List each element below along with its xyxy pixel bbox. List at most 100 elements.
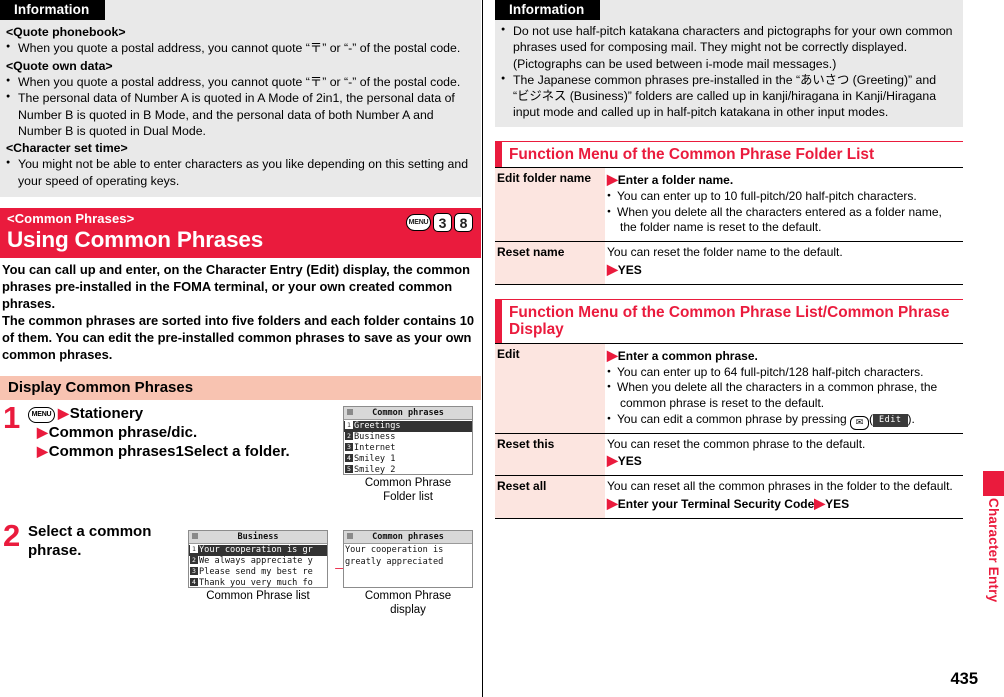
info-bullet: You might not be able to enter character… <box>6 156 473 189</box>
info-bullet-text: The personal data of Number A is quoted … <box>18 91 455 138</box>
triangle-bullet-icon: ▶ <box>607 346 618 363</box>
column-divider <box>482 0 483 697</box>
edit-softkey-button[interactable]: Edit <box>873 413 908 427</box>
device-screenshot-phrase-display: Common phrases Your cooperation is great… <box>343 530 473 589</box>
triangle-bullet-icon: ▶ <box>37 424 48 440</box>
step-number: 1 <box>3 400 21 436</box>
row-value: ▶Enter a folder name. You can enter up t… <box>605 167 963 242</box>
step-line-text: Stationery <box>69 405 144 423</box>
screenshot-title-text: Business <box>237 532 279 543</box>
edit-note-suffix: ). <box>907 411 915 426</box>
information-tab-label: Information <box>0 0 106 20</box>
screenshot-row-list: 1 Greetings 2 Business 3 Internet 4 Smiley 1 <box>344 420 472 475</box>
function-menu-table-1: Edit folder name ▶Enter a folder name. Y… <box>495 167 963 285</box>
row-text: Smiley 2 <box>354 464 396 475</box>
section-tag: <Common Phrases> <box>7 211 135 226</box>
value-bullet-text: When you delete all the characters enter… <box>617 204 942 219</box>
info-subheading: <Character set time> <box>6 141 128 156</box>
value-bullet: You can enter up to 64 full-pitch/128 ha… <box>607 365 961 381</box>
value-bullet: When you delete all the characters enter… <box>607 205 961 236</box>
screenshot-title-text: Common phrases <box>372 408 444 419</box>
edge-tab: Character Entry <box>983 471 1004 697</box>
value-trailer: ▶YES <box>607 452 961 470</box>
info-subheading: <Quote phonebook> <box>6 25 126 39</box>
function-menu-heading-1-text: Function Menu of the Common Phrase Folde… <box>509 145 875 163</box>
value-lead: ▶Enter a folder name. <box>607 171 961 189</box>
row-label: Reset name <box>495 241 605 285</box>
row-number: 3 <box>345 442 353 451</box>
step-1-screenshot-wrap: Common phrases 1 Greetings 2 Business 3 Int… <box>343 406 473 505</box>
step-body: MENU ▶ Stationery ▶ Common phrase/dic. ▶… <box>28 405 346 462</box>
info-bullet: When you quote a postal address, you can… <box>6 40 473 56</box>
edge-tab-label: Character Entry <box>986 498 1001 603</box>
menu-key-icon: MENU <box>28 407 55 424</box>
signal-icon <box>347 533 353 540</box>
list-item: 2 We always appreciate y <box>189 556 327 567</box>
info-bullet: The personal data of Number A is quoted … <box>6 90 473 139</box>
value-trailer-text: YES <box>617 454 642 469</box>
info-bullet-text: When you quote a postal address, you can… <box>18 74 461 89</box>
info-bullet-text: The Japanese common phrases pre-installe… <box>513 72 937 120</box>
triangle-bullet-icon: ▶ <box>58 405 69 422</box>
table-row: Edit ▶Enter a common phrase. You can ent… <box>495 342 963 434</box>
step-line-text: Common phrases1Select a folder. <box>48 442 290 460</box>
list-item: 5 Smiley 2 <box>344 464 472 475</box>
row-text: Smiley 1 <box>354 453 396 464</box>
row-label: Reset all <box>495 475 605 519</box>
row-number: 2 <box>190 556 198 565</box>
screenshot-body-text: Your cooperation is greatly appreciated <box>345 545 444 567</box>
value-plain-text: You can reset the common phrase to the d… <box>607 436 866 451</box>
row-text: Please send my best re <box>199 566 313 577</box>
value-plain-text: You can reset the folder name to the def… <box>607 245 843 260</box>
table-row: Reset name You can reset the folder name… <box>495 241 963 285</box>
row-number: 2 <box>345 432 353 441</box>
function-menu-table-2: Edit ▶Enter a common phrase. You can ent… <box>495 342 963 519</box>
row-number: 5 <box>345 464 353 473</box>
triangle-bullet-icon: ▶ <box>37 442 48 459</box>
menu-key-combo: MENU 3 8 <box>406 213 473 232</box>
function-menu-heading-2: Function Menu of the Common Phrase List/… <box>495 298 963 344</box>
list-item: 1 Your cooperation is gr <box>189 545 327 557</box>
right-column: Information Do not use half-pitch kataka… <box>495 0 963 697</box>
information-body: <Quote phonebook> When you quote a posta… <box>0 20 481 189</box>
number-key-3-icon: 3 <box>433 213 452 232</box>
step-line-text: Select a common phrase. <box>28 523 152 559</box>
device-screenshot-phrase-list: Business 1 Your cooperation is gr 2 We alw… <box>188 530 328 589</box>
info-bullet: Do not use half-pitch katakana character… <box>501 23 955 72</box>
screenshot-title-bar: Common phrases <box>344 531 472 545</box>
mail-key-icon: ✉ <box>850 415 870 430</box>
edit-note-prefix: You can edit a common phrase by pressing <box>617 411 851 426</box>
information-body: Do not use half-pitch katakana character… <box>495 20 963 121</box>
section-intro-text: You can call up and enter, on the Charac… <box>2 262 475 363</box>
list-item: 4 Thank you very much fo <box>189 577 327 587</box>
information-box-right: Information Do not use half-pitch kataka… <box>495 0 963 127</box>
manual-page: Information <Quote phonebook> When you q… <box>0 0 1004 697</box>
info-subheading: <Quote own data> <box>6 58 113 73</box>
info-bullet: When you quote a postal address, you can… <box>6 74 473 90</box>
triangle-bullet-icon: ▶ <box>607 494 618 511</box>
info-bullet: The Japanese common phrases pre-installe… <box>501 72 955 121</box>
info-bullet-text: When you quote a postal address, you can… <box>18 41 461 56</box>
list-item: 3 Please send my best re <box>189 566 327 578</box>
value-trailer-text-2: YES <box>825 496 850 511</box>
number-key-8-icon: 8 <box>454 213 473 232</box>
value-lead: ▶Enter a common phrase. <box>607 347 961 365</box>
value-bullet-subtext: the folder name is reset to the default. <box>620 220 822 235</box>
signal-icon <box>347 409 353 416</box>
row-text: Internet <box>354 442 396 453</box>
information-tab-label: Information <box>495 0 601 20</box>
device-screenshot-folder-list: Common phrases 1 Greetings 2 Business 3 Int… <box>343 406 473 476</box>
step-2: 2 Select a common phrase. Business 1 Your… <box>0 520 481 616</box>
table-row: Reset all You can reset all the common p… <box>495 475 963 519</box>
value-bullet-text: You can enter up to 10 full-pitch/20 hal… <box>617 189 917 204</box>
row-label: Edit folder name <box>495 167 605 242</box>
step-2-list-screenshot-wrap: Business 1 Your cooperation is gr 2 We alw… <box>188 530 328 604</box>
list-item: 3 Internet <box>344 442 472 454</box>
row-number: 4 <box>345 453 353 462</box>
section-title: Using Common Phrases <box>7 227 264 252</box>
list-item: 2 Business <box>344 432 472 443</box>
value-trailer: ▶Enter your Terminal Security Code▶YES <box>607 495 961 513</box>
value-bullet-text: When you delete all the characters in a … <box>617 380 938 395</box>
screenshot-row-list: 1 Your cooperation is gr 2 We always appre… <box>189 544 327 587</box>
section-banner: <Common Phrases> Using Common Phrases ME… <box>0 208 481 259</box>
